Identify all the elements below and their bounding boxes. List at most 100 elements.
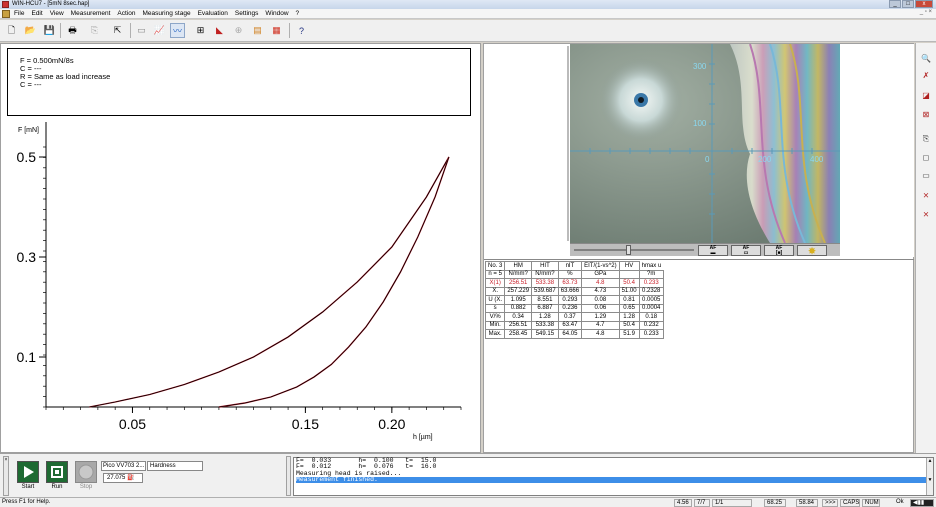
table-header[interactable]: HV xyxy=(618,261,640,271)
mark-icon[interactable]: ⨯ xyxy=(920,190,932,201)
stop-label: Stop xyxy=(79,484,93,490)
minimize-button[interactable]: _ xyxy=(889,0,901,8)
y-axis-label: F [mN] xyxy=(18,127,39,134)
help-icon[interactable]: ? xyxy=(294,23,309,38)
export-icon[interactable]: ⇱ xyxy=(110,23,125,38)
edit-icon[interactable]: ◪ xyxy=(920,90,932,101)
table-header[interactable]: HIT xyxy=(531,261,559,271)
table-unit: % xyxy=(557,269,583,279)
table-header[interactable]: HM xyxy=(504,261,533,271)
table-cell: U (X. xyxy=(484,295,506,305)
table-row[interactable]: V/% 0.34 1.28 0.37 1.29 1.28 0.18 xyxy=(484,312,664,322)
title-bar: WIN-HCU7 - [5mN 8sec.hap] _ □ x xyxy=(0,0,936,9)
tray-icon[interactable]: ◀▮▮ xyxy=(910,499,934,507)
table-cell: 0.06 xyxy=(581,303,620,313)
x-axis-label: h [µm] xyxy=(413,434,433,441)
table-cell: 257.229 xyxy=(504,286,533,296)
menu-evaluation[interactable]: Evaluation xyxy=(198,10,228,17)
autofocus-button-1[interactable]: AF ▬ xyxy=(698,245,728,256)
table-cell: V/% xyxy=(484,312,506,322)
table-unit: ?m xyxy=(638,269,664,279)
series-line-red-1 xyxy=(218,156,450,408)
force-depth-chart: 0.5 0.3 0.1 0.05 0.15 0.20 F [mN] h [µm] xyxy=(17,122,462,441)
color-icon[interactable]: ▦ xyxy=(269,23,284,38)
window-title: WIN-HCU7 - [5mN 8sec.hap] xyxy=(12,1,90,7)
grid-icon[interactable]: ⊞ xyxy=(193,23,208,38)
open-icon[interactable]: 📂 xyxy=(23,23,38,38)
menu-window[interactable]: Window xyxy=(265,10,288,17)
info-line: C = --- xyxy=(20,80,42,89)
autofocus-button-2[interactable]: AF ▭ xyxy=(731,245,761,256)
table-row[interactable]: Max. 258.45 549.15 64.05 4.8 51.9 0.233 xyxy=(484,329,664,339)
menu-measuring-stage[interactable]: Measuring stage xyxy=(143,10,191,17)
curve-icon[interactable]: 〰 xyxy=(170,23,185,38)
menu-action[interactable]: Action xyxy=(117,10,135,17)
message-grip[interactable] xyxy=(286,456,291,496)
table-unit: GPa xyxy=(581,269,620,279)
table-cell: Max. xyxy=(484,329,506,339)
message-scrollbar[interactable]: ▲ ▼ xyxy=(926,458,933,495)
new-icon[interactable]: 🗋 xyxy=(4,23,19,38)
marker-icon[interactable]: ⨯ xyxy=(920,209,932,220)
microscope-image[interactable]: 300 100 0 200 400 xyxy=(570,44,840,243)
indent-icon[interactable]: ◣ xyxy=(212,23,227,38)
menu-edit[interactable]: Edit xyxy=(31,10,42,17)
table-cell: 0.233 xyxy=(638,329,664,339)
table-cell: 0.882 xyxy=(504,303,533,313)
comment-icon[interactable]: ▭ xyxy=(920,170,932,181)
image-controls: AF ▬ AF ▭ AF [■] ✸ xyxy=(570,243,840,256)
table-header[interactable]: EIT/(1-vs^2) xyxy=(581,261,620,271)
maximize-button[interactable]: □ xyxy=(902,0,914,8)
close-button[interactable]: x xyxy=(915,0,933,8)
table-row[interactable]: s 0.882 6.887 0.236 0.06 0.65 0.0004 xyxy=(484,303,664,313)
table-row[interactable]: X(1) 256.51 533.38 63.73 4.8 50.4 0.233 xyxy=(484,278,664,288)
autofocus-button-3[interactable]: AF [■] xyxy=(764,245,794,256)
zoom-slider-thumb[interactable] xyxy=(626,245,631,255)
table-header[interactable]: No. 3 xyxy=(484,261,506,271)
menu-view[interactable]: View xyxy=(50,10,64,17)
instrument-field[interactable]: Pico VV703 2... xyxy=(101,461,146,471)
zoom-icon[interactable]: 🔍 xyxy=(920,53,932,64)
status-field: 58.84 xyxy=(796,499,818,507)
note-icon[interactable]: ◻ xyxy=(920,152,932,163)
chart-icon[interactable]: 📈 xyxy=(152,23,167,38)
run-button[interactable] xyxy=(46,461,68,483)
table-cell: 258.45 xyxy=(504,329,533,339)
message-line-selected[interactable]: Measurement finished. xyxy=(296,476,933,484)
table-cell: 0.0004 xyxy=(638,303,664,313)
position-field[interactable]: 27.075 ⛽ xyxy=(103,473,143,483)
print-icon[interactable]: 🖶 xyxy=(65,23,80,38)
save-icon[interactable]: 💾 xyxy=(42,23,57,38)
x-tick-label: 0.15 xyxy=(292,416,319,432)
menu-bar: File Edit View Measurement Action Measur… xyxy=(0,9,936,19)
zoom-slider[interactable] xyxy=(574,249,694,251)
table-cell: 0.2328 xyxy=(638,286,664,296)
table-header[interactable]: nIT xyxy=(557,261,583,271)
menu-help[interactable]: ? xyxy=(296,10,300,17)
table-unit xyxy=(618,269,640,279)
illumination-button[interactable]: ✸ xyxy=(797,245,827,256)
start-label: Start xyxy=(21,484,35,490)
menu-file[interactable]: File xyxy=(14,10,24,17)
y-tick-label: 0.3 xyxy=(17,249,37,265)
target-icon[interactable]: ⊕ xyxy=(231,23,246,38)
table-row[interactable]: U (X. 1.095 8.551 0.293 0.08 0.81 0.0005 xyxy=(484,295,664,305)
table-row[interactable]: Min. 256.51 533.38 63.47 4.7 50.4 0.232 xyxy=(484,320,664,330)
mode-field[interactable]: Hardness xyxy=(147,461,203,471)
panel-grip[interactable]: × xyxy=(3,456,9,496)
measure-icon[interactable]: ✗ xyxy=(920,70,932,81)
mdi-controls[interactable]: _ ▫ × xyxy=(920,9,932,15)
table-cell: 0.08 xyxy=(581,295,620,305)
view-image-icon[interactable]: ▭ xyxy=(134,23,149,38)
delete-icon[interactable]: ⊠ xyxy=(920,109,932,120)
menu-settings[interactable]: Settings xyxy=(235,10,259,17)
menu-measurement[interactable]: Measurement xyxy=(71,10,111,17)
table-row[interactable]: X. 257.229 539.687 63.666 4.73 51.00 0.2328 xyxy=(484,286,664,296)
stop-button[interactable] xyxy=(75,461,97,483)
stats-icon[interactable]: ▤ xyxy=(250,23,265,38)
table-header[interactable]: hmax u xyxy=(639,262,663,271)
copy-results-icon[interactable]: ⎘ xyxy=(920,133,932,144)
copy-icon[interactable]: ⎘ xyxy=(87,23,102,38)
image-tick-y-100: 100 xyxy=(693,119,707,128)
start-button[interactable] xyxy=(17,461,39,483)
